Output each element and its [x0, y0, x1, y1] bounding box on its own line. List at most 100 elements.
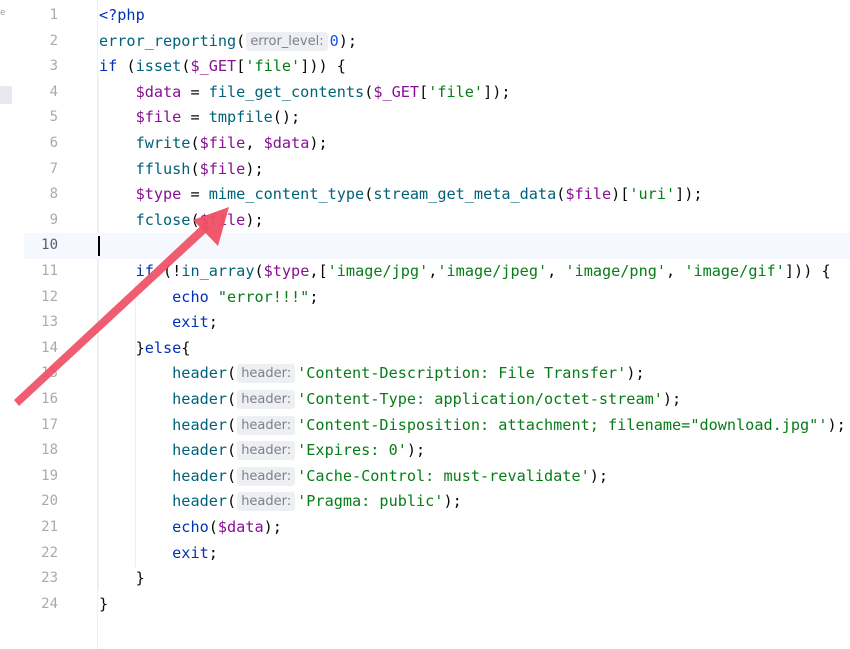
code-text[interactable]: echo($data); [99, 515, 282, 541]
code-line[interactable]: 7 fflush($file); [24, 157, 850, 183]
code-text[interactable]: if (!in_array($type,['image/jpg','image/… [99, 259, 831, 285]
variable-token: $file [135, 108, 182, 127]
line-number[interactable]: 22 [24, 541, 58, 567]
code-line[interactable]: 10 [24, 233, 850, 259]
line-number[interactable]: 5 [24, 105, 58, 131]
code-text[interactable]: header(header: 'Expires: 0'); [99, 438, 425, 464]
line-number[interactable]: 21 [24, 515, 58, 541]
line-number[interactable]: 20 [24, 489, 58, 515]
punctuation-token [99, 467, 172, 485]
keyword-token: exit [172, 543, 209, 562]
line-number[interactable]: 2 [24, 29, 58, 55]
code-text[interactable]: $file = tmpfile(); [99, 105, 301, 131]
code-text[interactable]: header(header: 'Content-Disposition: atta… [99, 413, 846, 439]
code-line[interactable]: 3 if (isset($_GET['file'])) { [24, 54, 850, 80]
code-line[interactable]: 13 exit; [24, 310, 850, 336]
punctuation-token: ( [227, 466, 237, 485]
variable-token: $data [263, 134, 310, 152]
code-line[interactable]: 20 header(header: 'Pragma: public'); [24, 489, 850, 515]
code-text[interactable]: }else{ [99, 336, 191, 362]
code-text[interactable]: header(header: 'Pragma: public'); [99, 489, 462, 515]
line-number[interactable]: 19 [24, 464, 58, 490]
line-number[interactable]: 14 [24, 336, 58, 362]
punctuation-token [99, 441, 172, 459]
code-text[interactable]: error_reporting(error_level: 0); [99, 29, 357, 55]
code-text[interactable]: fflush($file); [99, 157, 264, 183]
punctuation-token: ( [117, 57, 136, 76]
line-number[interactable]: 11 [24, 259, 58, 285]
line-number[interactable]: 15 [24, 361, 58, 387]
code-line[interactable]: 4 $data = file_get_contents($_GET['file'… [24, 80, 850, 106]
parameter-hint: error_level: [246, 31, 328, 51]
punctuation-token: (); [272, 108, 301, 127]
line-number[interactable]: 12 [24, 285, 58, 311]
punctuation-token [99, 288, 172, 306]
code-text[interactable]: } [99, 566, 145, 592]
line-number[interactable]: 16 [24, 387, 58, 413]
code-line[interactable]: 8 $type = mime_content_type(stream_get_m… [24, 182, 850, 208]
punctuation-token: ); [406, 441, 426, 460]
line-number[interactable]: 4 [24, 80, 58, 106]
code-text[interactable]: echo "error!!!"; [99, 285, 318, 311]
code-line[interactable]: 15 header(header: 'Content-Description: F… [24, 361, 850, 387]
punctuation-token [99, 83, 136, 101]
code-line[interactable]: 23 } [24, 566, 850, 592]
variable-token: $type [135, 185, 182, 204]
code-line[interactable]: 12 echo "error!!!"; [24, 285, 850, 311]
function-token: header [172, 492, 228, 511]
code-line[interactable]: 11 if (!in_array($type,['image/jpg','ima… [24, 259, 850, 285]
line-number[interactable]: 3 [24, 54, 58, 80]
code-line[interactable]: 9 fclose($file); [24, 208, 850, 234]
function-token: header [172, 364, 228, 383]
function-token: error_reporting [99, 31, 237, 50]
line-number[interactable]: 17 [24, 413, 58, 439]
punctuation-token: ); [443, 492, 462, 511]
code-line[interactable]: 22 exit; [24, 541, 850, 567]
line-number[interactable]: 13 [24, 310, 58, 336]
line-number[interactable]: 24 [24, 592, 58, 618]
code-text[interactable]: exit; [99, 310, 218, 336]
line-number[interactable]: 10 [24, 233, 58, 259]
punctuation-token: ( [364, 82, 374, 101]
line-number[interactable]: 23 [24, 566, 58, 592]
sidebar-selection-marker[interactable] [0, 86, 12, 104]
code-line[interactable]: 24} [24, 592, 850, 618]
code-text[interactable]: fclose($file); [99, 208, 264, 234]
punctuation-token [99, 185, 136, 203]
punctuation-token: ); [309, 134, 328, 152]
line-number[interactable]: 1 [24, 3, 58, 29]
line-number[interactable]: 7 [24, 157, 58, 183]
code-text[interactable]: if (isset($_GET['file'])) { [99, 54, 346, 80]
code-line[interactable]: 6 fwrite($file, $data); [24, 131, 850, 157]
string-token: 'image/jpeg' [437, 262, 548, 280]
punctuation-token [99, 313, 172, 331]
code-line[interactable]: 14 }else{ [24, 336, 850, 362]
parameter-hint: header: [237, 492, 296, 512]
line-number[interactable]: 6 [24, 131, 58, 157]
code-text[interactable]: <?php [99, 3, 145, 29]
code-text[interactable]: header(header: 'Content-Type: application… [99, 387, 681, 413]
code-line[interactable]: 16 header(header: 'Content-Type: applicat… [24, 387, 850, 413]
variable-token: $type [263, 262, 310, 280]
code-line[interactable]: 2 error_reporting(error_level: 0); [24, 29, 850, 55]
line-number[interactable]: 9 [24, 208, 58, 234]
code-text[interactable]: exit; [99, 541, 218, 567]
code-text[interactable]: header(header: 'Cache-Control: must-reval… [99, 464, 608, 490]
line-number[interactable]: 18 [24, 438, 58, 464]
string-token: 'Content-Type: application/octet-stream' [297, 390, 663, 408]
string-token: 'file' [428, 82, 484, 101]
code-line[interactable]: 21 echo($data); [24, 515, 850, 541]
code-line[interactable]: 1 <?php [24, 3, 850, 29]
code-text[interactable]: $type = mime_content_type(stream_get_met… [99, 182, 703, 208]
line-number[interactable]: 8 [24, 182, 58, 208]
code-line[interactable]: 17 header(header: 'Content-Disposition: a… [24, 413, 850, 439]
code-line[interactable]: 19 header(header: 'Cache-Control: must-re… [24, 464, 850, 490]
code-text[interactable]: $data = file_get_contents($_GET['file'])… [99, 80, 511, 106]
code-text[interactable]: } [99, 592, 108, 618]
code-line[interactable]: 18 header(header: 'Expires: 0'); [24, 438, 850, 464]
code-line[interactable]: 5 $file = tmpfile(); [24, 105, 850, 131]
code-text[interactable]: header(header: 'Content-Description: File… [99, 361, 645, 387]
code-text[interactable]: fwrite($file, $data); [99, 131, 328, 157]
string-token: 'image/jpg' [327, 262, 429, 280]
punctuation-token: ); [245, 210, 264, 229]
